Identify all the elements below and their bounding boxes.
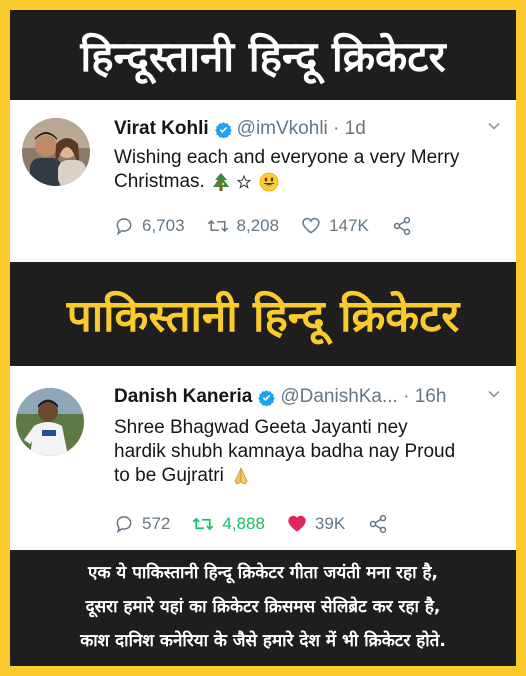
retweet-icon: [207, 219, 228, 233]
tweet-card-kaneria[interactable]: Danish Kaneria @DanishKa... · 16h Shree …: [10, 366, 516, 550]
author-handle[interactable]: @DanishKa... · 16h: [280, 386, 446, 408]
tweet-text-line: Wishing each and everyone a very Merry: [114, 147, 460, 168]
tweet-text-line: Shree Bhagwad Geeta Jayanti ney: [114, 417, 408, 438]
verified-badge-icon: [258, 389, 276, 406]
reply-count: 572: [142, 514, 171, 533]
caption-line: दूसरा हमारे यहां का क्रिकेटर क्रिसमस सेल…: [85, 597, 441, 617]
like-button[interactable]: 39K: [287, 514, 345, 534]
tweet-text-line: to be Gujratri: [114, 465, 224, 486]
caption-line: काश दानिश कनेरिया के जैसे हमारे देश में …: [80, 631, 446, 651]
caption-line: एक ये पाकिस्तानी हिन्दू क्रिकेटर गीता जय…: [88, 563, 438, 583]
tweet-actions: 6,703 8,208 147K: [114, 216, 443, 236]
praying-hands-emoji: [234, 467, 248, 485]
chevron-down-icon[interactable]: [486, 386, 502, 402]
christmas-tree-emoji: [213, 172, 230, 191]
tweet-header: Danish Kaneria @DanishKa... · 16h: [114, 386, 506, 408]
top-heading-bar: हिन्दूस्तानी हिन्दू क्रिकेटर: [10, 10, 516, 100]
middle-heading-bar: पाकिस्तानी हिन्दू क्रिकेटर: [10, 262, 516, 366]
author-name[interactable]: Virat Kohli: [114, 118, 209, 140]
chevron-down-icon[interactable]: [486, 118, 502, 134]
reply-icon: [116, 516, 132, 534]
like-icon: [302, 217, 320, 234]
reply-count: 6,703: [142, 216, 185, 235]
author-handle[interactable]: @imVkohli · 1d: [237, 118, 366, 140]
avatar[interactable]: [22, 118, 90, 186]
like-count: 39K: [314, 514, 346, 533]
tweet-header: Virat Kohli @imVkohli · 1d: [114, 118, 506, 140]
author-name[interactable]: Danish Kaneria: [114, 386, 252, 408]
retweet-count: 4,888: [222, 514, 265, 533]
tweet-card-kohli[interactable]: Virat Kohli @imVkohli · 1d Wishing each …: [10, 100, 516, 262]
avatar-photo-icon: [22, 118, 90, 186]
bottom-caption: एक ये पाकिस्तानी हिन्दू क्रिकेटर गीता जय…: [10, 550, 516, 666]
tweet-text: Wishing each and everyone a very Merry C…: [114, 146, 502, 194]
tweet-text-line: hardik shubh kamnaya badha nay Proud: [114, 441, 456, 462]
middle-heading: पाकिस्तानी हिन्दू क्रिकेटर: [66, 291, 460, 342]
meme-image: हिन्दूस्तानी हिन्दू क्रिकेटर Virat Kohli…: [0, 0, 526, 676]
smile-emoji: [259, 172, 279, 192]
retweet-icon: [193, 517, 214, 531]
reply-button[interactable]: 6,703: [114, 216, 185, 236]
reply-icon: [116, 218, 132, 236]
retweet-count: 8,208: [236, 216, 280, 235]
like-count: 147K: [329, 216, 369, 235]
verified-badge-icon: [214, 121, 232, 138]
like-button[interactable]: 147K: [301, 216, 369, 236]
like-icon: [288, 515, 306, 532]
avatar[interactable]: [16, 388, 84, 456]
retweet-button[interactable]: 8,208: [207, 216, 280, 236]
share-icon: [393, 216, 411, 236]
share-button[interactable]: [391, 216, 421, 236]
top-heading: हिन्दूस्तानी हिन्दू क्रिकेटर: [80, 31, 446, 81]
tweet-text-line: Christmas.: [114, 171, 205, 192]
tweet-actions: 572 4,888 39K: [114, 514, 419, 534]
reply-button[interactable]: 572: [114, 514, 170, 534]
retweet-button[interactable]: 4,888: [192, 514, 265, 534]
avatar-photo-icon: [16, 388, 84, 456]
tweet-text: Shree Bhagwad Geeta Jayanti ney hardik s…: [114, 416, 502, 488]
star-emoji: [237, 174, 252, 189]
share-button[interactable]: [367, 514, 397, 534]
share-icon: [369, 514, 387, 534]
